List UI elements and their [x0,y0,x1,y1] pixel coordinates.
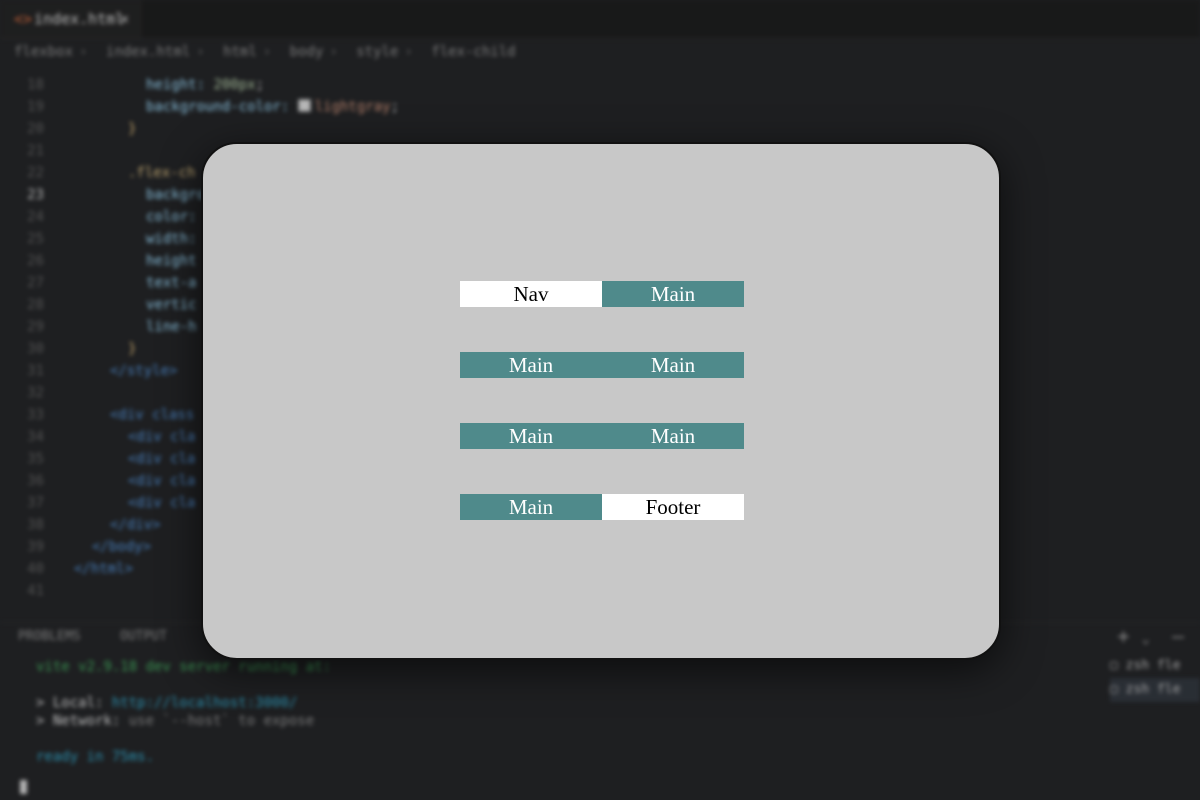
breadcrumb-item[interactable]: index.html [106,44,190,60]
terminal-network-label: > Network: [36,713,129,729]
flex-child-main: Main [602,281,744,307]
flex-child-main: Main [460,494,602,520]
breadcrumb-item[interactable]: flex-child [431,44,515,60]
flex-child-main: Main [460,423,602,449]
flex-child-footer: Footer [602,494,744,520]
flex-child-main: Main [602,352,744,378]
tab-problems[interactable]: PROBLEMS [18,623,81,651]
code-line: 20} [27,121,137,137]
chevron-down-icon[interactable]: ⌄ [1141,631,1149,647]
minimize-icon[interactable]: — [1172,624,1184,648]
breadcrumb-item[interactable]: html [223,44,257,60]
breadcrumb-item[interactable]: body [290,44,324,60]
close-icon[interactable]: × [120,0,129,38]
code-line: 19 background-color: lightgray; [27,99,400,115]
breadcrumb-item[interactable]: style [356,44,398,60]
editor-tab-bar: <> index.html × [0,0,1200,39]
tab-index-html[interactable]: <> index.html × [0,0,142,38]
terminal-list: ▢ zsh fle ▢ zsh fle [1110,654,1200,702]
terminal-item[interactable]: ▢ zsh fle [1110,654,1200,678]
terminal-ready: ready in 75ms. [36,749,155,765]
terminal-local-url[interactable]: http://localhost:3000/ [112,695,297,711]
tab-label: index.html [34,10,125,28]
breadcrumb-item[interactable]: flexbox [14,44,73,60]
code-line: 18 height: 200px; [27,77,265,93]
terminal-cursor [20,780,27,794]
tab-output[interactable]: OUTPUT [120,623,167,651]
add-terminal-icon[interactable]: + [1117,624,1129,648]
panel-actions: + ⌄ — [1117,624,1184,648]
terminal-local-label: > Local: [36,695,112,711]
html-file-icon: <> [14,10,33,28]
terminal-output[interactable]: vite v2.9.18 dev server running at: > Lo… [36,658,331,766]
flex-container: Nav Main Main Main Main Main Main Footer [460,281,744,520]
terminal-line: vite v2.9.18 dev server running at: [36,659,332,675]
terminal-item[interactable]: ▢ zsh fle [1110,678,1200,702]
breadcrumb: flexbox › index.html › html › body › style › … [14,44,516,60]
browser-preview-window: Nav Main Main Main Main Main Main Footer [201,142,1001,660]
flex-child-main: Main [460,352,602,378]
terminal-network-text: use `--host` to expose [128,713,315,729]
flex-child-nav: Nav [460,281,602,307]
flex-child-main: Main [602,423,744,449]
